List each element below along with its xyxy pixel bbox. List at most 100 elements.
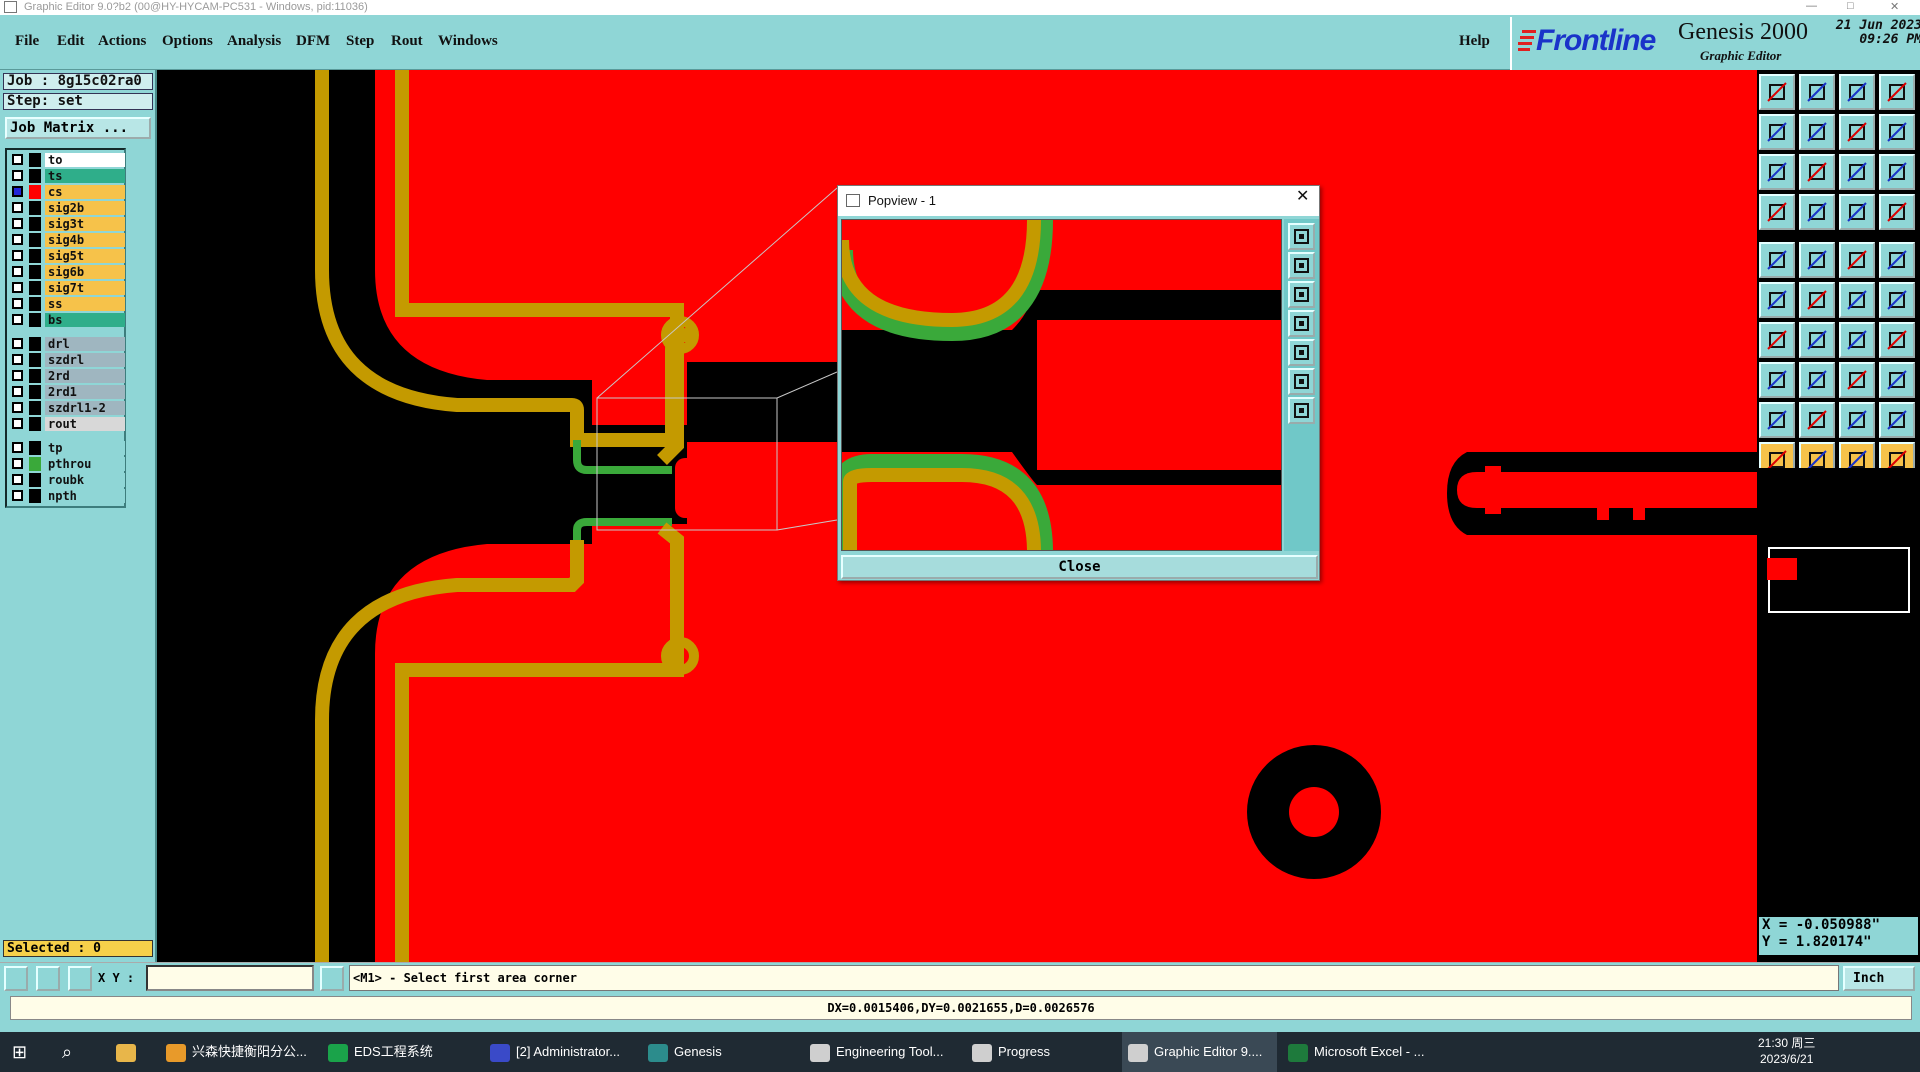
layer-row[interactable]: cs <box>10 185 125 199</box>
pv-center-icon[interactable] <box>1288 397 1315 424</box>
layer-row[interactable]: drl <box>10 337 125 351</box>
units-select[interactable]: Inch <box>1843 966 1915 991</box>
snap-icon[interactable] <box>1759 194 1795 230</box>
layer-checkbox[interactable] <box>12 490 23 501</box>
triangle-b-icon[interactable] <box>1839 402 1875 438</box>
frame-icon[interactable] <box>1839 362 1875 398</box>
help-icon[interactable] <box>1879 154 1915 190</box>
segment-icon[interactable] <box>1839 282 1875 318</box>
layer-row[interactable]: to <box>10 153 125 167</box>
layer-color-swatch[interactable] <box>29 385 41 399</box>
line-icon[interactable] <box>1799 242 1835 278</box>
layer-name[interactable]: sig6b <box>45 265 125 279</box>
layer-name[interactable]: to <box>45 153 125 167</box>
menu-windows[interactable]: Windows <box>438 33 498 50</box>
taskbar-app[interactable]: Progress <box>966 1032 1121 1072</box>
scale-icon[interactable] <box>1839 154 1875 190</box>
snap-mode-button[interactable] <box>4 966 28 991</box>
maximize-icon[interactable]: □ <box>1847 0 1854 12</box>
layer-color-swatch[interactable] <box>29 217 41 231</box>
layer-row[interactable]: 2rd1 <box>10 385 125 399</box>
layer-checkbox[interactable] <box>12 298 23 309</box>
layer-name[interactable]: roubk <box>45 473 125 487</box>
layer-row[interactable]: npth <box>10 489 125 503</box>
layer-checkbox[interactable] <box>12 202 23 213</box>
layer-name[interactable]: sig3t <box>45 217 125 231</box>
layer-row[interactable]: 2rd <box>10 369 125 383</box>
layer-checkbox[interactable] <box>12 218 23 229</box>
layer-checkbox[interactable] <box>12 234 23 245</box>
layer-row[interactable]: sig5t <box>10 249 125 263</box>
layer-name[interactable]: szdrl <box>45 353 125 367</box>
layer-color-swatch[interactable] <box>29 297 41 311</box>
layer-name[interactable]: 2rd1 <box>45 385 125 399</box>
popview-canvas[interactable] <box>841 219 1282 551</box>
taskbar-app[interactable]: Graphic Editor 9.... <box>1122 1032 1277 1072</box>
grid-mode-button[interactable] <box>68 966 92 991</box>
menu-help[interactable]: Help <box>1459 33 1490 50</box>
pv-zoom-left-icon[interactable] <box>1288 310 1315 337</box>
layer-checkbox[interactable] <box>12 170 23 181</box>
info-button[interactable] <box>320 966 344 991</box>
circle-icon[interactable] <box>1879 242 1915 278</box>
layer-name[interactable]: bs <box>45 313 125 327</box>
layer-color-swatch[interactable] <box>29 369 41 383</box>
layer-color-swatch[interactable] <box>29 401 41 415</box>
layer-color-swatch[interactable] <box>29 185 41 199</box>
layer-row[interactable]: ss <box>10 297 125 311</box>
layer-color-swatch[interactable] <box>29 249 41 263</box>
layer-color-swatch[interactable] <box>29 153 41 167</box>
layer-row[interactable]: sig6b <box>10 265 125 279</box>
layer-name[interactable]: szdrl1-2 <box>45 401 125 415</box>
menu-dfm[interactable]: DFM <box>296 33 330 50</box>
zoom-out-icon[interactable] <box>1799 154 1835 190</box>
taskbar-app[interactable]: Microsoft Excel - ... <box>1282 1032 1437 1072</box>
zoom-home-icon[interactable] <box>1759 74 1795 110</box>
popview-close-button[interactable]: Close <box>841 555 1318 579</box>
layer-row[interactable]: tp <box>10 441 125 455</box>
layer-name[interactable]: pthrou <box>45 457 125 471</box>
layer-row[interactable]: sig2b <box>10 201 125 215</box>
layer-color-swatch[interactable] <box>29 441 41 455</box>
triangle-a-icon[interactable] <box>1799 402 1835 438</box>
layer-row[interactable]: rout <box>10 417 125 431</box>
mirror-icon[interactable] <box>1879 322 1915 358</box>
layer-color-swatch[interactable] <box>29 353 41 367</box>
layer-name[interactable]: tp <box>45 441 125 455</box>
net-icon[interactable] <box>1879 194 1915 230</box>
triangle-icon[interactable] <box>1759 402 1795 438</box>
layer-name[interactable]: sig5t <box>45 249 125 263</box>
layer-checkbox[interactable] <box>12 386 23 397</box>
zoom-in-icon[interactable] <box>1759 154 1795 190</box>
rotate-icon[interactable] <box>1839 322 1875 358</box>
layer-row[interactable]: szdrl <box>10 353 125 367</box>
layer-color-swatch[interactable] <box>29 313 41 327</box>
layer-color-swatch[interactable] <box>29 417 41 431</box>
redraw-icon[interactable] <box>1839 114 1875 150</box>
job-matrix-button[interactable]: Job Matrix ... <box>5 117 151 139</box>
layer-row[interactable]: sig4b <box>10 233 125 247</box>
feature-select-icon[interactable] <box>1839 194 1875 230</box>
layer-name[interactable]: sig4b <box>45 233 125 247</box>
menu-options[interactable]: Options <box>162 33 213 50</box>
pv-zoom-down-icon[interactable] <box>1288 281 1315 308</box>
slash-icon[interactable] <box>1799 322 1835 358</box>
layer-checkbox[interactable] <box>12 282 23 293</box>
measure-mode-button[interactable] <box>36 966 60 991</box>
arc-icon[interactable] <box>1879 282 1915 318</box>
pv-fit-icon[interactable] <box>1288 368 1315 395</box>
measure-ruler-icon[interactable] <box>1839 242 1875 278</box>
layer-checkbox[interactable] <box>12 370 23 381</box>
layer-name[interactable]: 2rd <box>45 369 125 383</box>
layer-row[interactable]: pthrou <box>10 457 125 471</box>
layer-checkbox[interactable] <box>12 154 23 165</box>
layer-checkbox[interactable] <box>12 418 23 429</box>
layer-checkbox[interactable] <box>12 474 23 485</box>
cross-icon[interactable] <box>1799 282 1835 318</box>
layer-color-swatch[interactable] <box>29 473 41 487</box>
menu-actions[interactable]: Actions <box>98 33 146 50</box>
layer-checkbox[interactable] <box>12 402 23 413</box>
layer-checkbox[interactable] <box>12 338 23 349</box>
layer-checkbox[interactable] <box>12 354 23 365</box>
layer-checkbox[interactable] <box>12 442 23 453</box>
